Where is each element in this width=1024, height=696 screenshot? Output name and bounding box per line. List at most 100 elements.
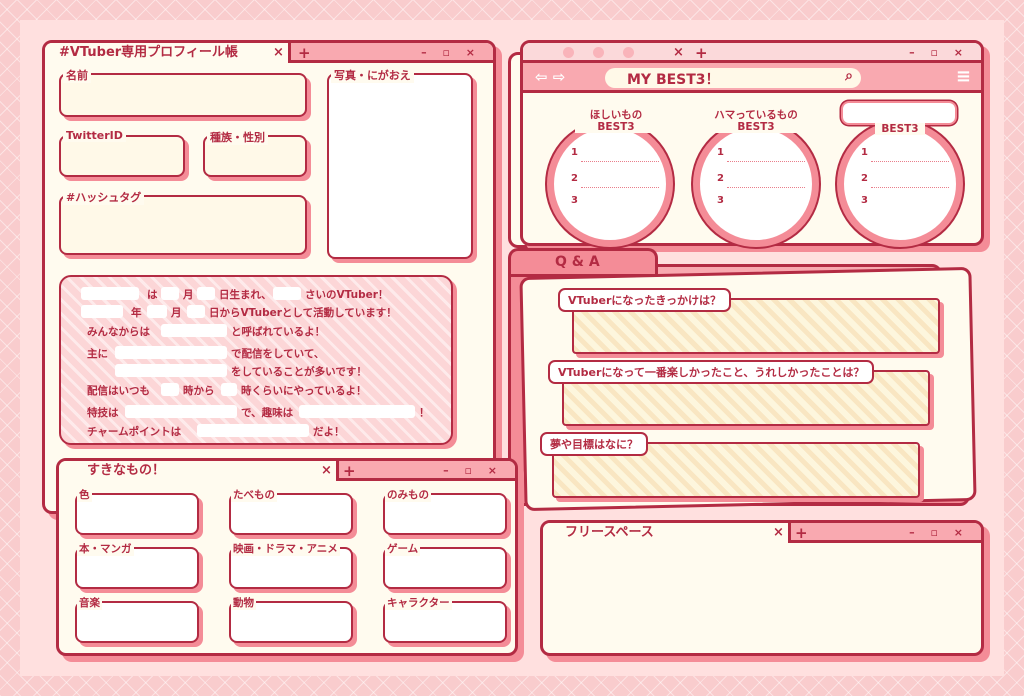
name-field[interactable] — [59, 73, 307, 117]
species-label: 種族・性別 — [207, 129, 268, 145]
window-controls[interactable]: – ▫ × — [909, 43, 969, 63]
free-tab-title: フリースペース — [565, 525, 654, 540]
intro-text: みんなからは — [87, 326, 150, 338]
best3-circle-2 — [693, 121, 819, 247]
favorites-tab[interactable]: すきなもの！ — [59, 461, 339, 481]
new-tab-icon[interactable]: + — [795, 523, 808, 543]
fav-label-game: ゲーム — [385, 541, 421, 556]
address-bar[interactable]: MY BEST3！ ⌕ — [605, 68, 861, 88]
intro-text: さいのVTuber！ — [305, 289, 389, 301]
intro-bubble: は 月 日生まれ、 さいのVTuber！ 年 月 日からVTuberとして活動し… — [59, 275, 453, 445]
intro-text: 時から — [183, 385, 215, 397]
photo-field[interactable] — [327, 73, 473, 259]
hashtag-label: #ハッシュタグ — [63, 189, 145, 205]
question-1: VTuberになったきっかけは？ — [558, 288, 731, 312]
rank-line[interactable] — [871, 161, 949, 162]
fav-label-drink: のみもの — [385, 487, 431, 502]
close-tab-icon[interactable]: × — [773, 523, 784, 543]
rank-2: 2 — [717, 173, 724, 184]
new-tab-icon[interactable]: + — [695, 43, 708, 63]
best-titlebar: × + – ▫ × — [523, 43, 981, 63]
rank-line[interactable] — [727, 187, 805, 188]
close-tab-icon[interactable]: × — [273, 43, 284, 63]
intro-text: 配信はいつも — [87, 385, 150, 397]
favorites-titlebar: すきなもの！ × + – ▫ × — [59, 461, 515, 481]
rank-1: 1 — [717, 147, 724, 158]
blank-platform[interactable] — [115, 346, 227, 359]
fav-label-color: 色 — [77, 487, 92, 502]
intro-text: 日からVTuberとして活動しています！ — [209, 307, 397, 319]
fav-label-movie: 映画・ドラマ・アニメ — [231, 541, 340, 556]
profile-tab-title: #VTuber専用プロフィール帳 — [59, 45, 238, 60]
best3-title-3: BEST3 — [875, 123, 925, 135]
blank-age[interactable] — [273, 287, 301, 300]
qa-window: Q & A VTuberになったきっかけは？ VTuberになって一番楽しかった… — [508, 248, 977, 512]
qa-tab-title: Q & A — [555, 254, 600, 270]
intro-text: 時くらいにやっているよ！ — [241, 385, 367, 397]
rank-1: 1 — [571, 147, 578, 158]
rank-1: 1 — [861, 147, 868, 158]
window-controls[interactable]: – ▫ × — [421, 43, 481, 63]
close-tab-icon[interactable]: × — [673, 43, 684, 63]
fav-label-character: キャラクター — [385, 595, 452, 610]
intro-text: と呼ばれているよ！ — [231, 326, 326, 338]
favorites-window: すきなもの！ × + – ▫ × 色 たべもの のみもの 本・マンガ 映画・ドラ… — [56, 458, 518, 656]
window-controls[interactable]: – ▫ × — [909, 523, 969, 543]
blank-start-hour[interactable] — [161, 383, 179, 396]
blank-debut-month[interactable] — [147, 305, 167, 318]
best3-circle-1 — [547, 121, 673, 247]
new-tab-icon[interactable]: + — [298, 43, 311, 63]
best3-circle-3 — [837, 121, 963, 247]
intro-text: をしていることが多いです！ — [231, 366, 367, 378]
intro-text: 月 — [183, 289, 194, 301]
blank-hobby[interactable] — [299, 405, 415, 418]
rank-3: 3 — [861, 195, 868, 206]
blank-birth-month[interactable] — [161, 287, 179, 300]
rank-2: 2 — [571, 173, 578, 184]
rank-3: 3 — [717, 195, 724, 206]
rank-line[interactable] — [581, 161, 659, 162]
intro-text: 月 — [171, 307, 182, 319]
intro-text: ！ — [419, 407, 430, 419]
free-titlebar: フリースペース × + – ▫ × — [543, 523, 981, 543]
free-tab[interactable]: フリースペース — [543, 523, 791, 543]
profile-tab[interactable]: #VTuber専用プロフィール帳 — [45, 43, 291, 63]
name-label: 名前 — [63, 67, 91, 83]
best-toolbar: ⇦ ⇨ MY BEST3！ ⌕ ≡ — [523, 63, 981, 93]
traffic-dots — [563, 47, 634, 59]
blank-charm[interactable] — [197, 424, 309, 437]
best-window: × + – ▫ × ⇦ ⇨ MY BEST3！ ⌕ ≡ ほしいもの BEST3 1… — [520, 40, 984, 247]
window-controls[interactable]: – ▫ × — [443, 461, 503, 481]
close-tab-icon[interactable]: × — [321, 461, 332, 481]
twitter-label: TwitterID — [63, 129, 126, 142]
free-space-window: フリースペース × + – ▫ × — [540, 520, 984, 656]
best3-title-2: ハマっているもの BEST3 — [703, 109, 809, 133]
blank-end-hour[interactable] — [221, 383, 237, 396]
menu-icon[interactable]: ≡ — [956, 66, 971, 87]
free-space-area[interactable] — [543, 546, 981, 653]
intro-text: は — [147, 289, 158, 301]
rank-line[interactable] — [727, 161, 805, 162]
intro-text: だよ！ — [313, 426, 345, 438]
profile-window: #VTuber専用プロフィール帳 × + – ▫ × 名前 TwitterID … — [42, 40, 496, 514]
best3-custom-title-box[interactable] — [841, 101, 957, 125]
intro-text: 年 — [131, 307, 142, 319]
intro-text: 主に — [87, 348, 108, 360]
blank-name[interactable] — [81, 287, 139, 300]
new-tab-icon[interactable]: + — [343, 461, 356, 481]
blank-debut-day[interactable] — [187, 305, 205, 318]
blank-debut-year[interactable] — [81, 305, 123, 318]
fav-field-color[interactable] — [75, 493, 199, 535]
blank-nickname[interactable] — [161, 324, 227, 337]
nav-arrows-icon[interactable]: ⇦ ⇨ — [535, 68, 565, 86]
search-icon[interactable]: ⌕ — [845, 68, 853, 84]
rank-2: 2 — [861, 173, 868, 184]
blank-birth-day[interactable] — [197, 287, 215, 300]
blank-content[interactable] — [115, 364, 227, 377]
question-2: VTuberになって一番楽しかったこと、うれしかったことは？ — [548, 360, 875, 384]
rank-line[interactable] — [871, 187, 949, 188]
blank-skill[interactable] — [125, 405, 237, 418]
intro-text: 特技は — [87, 407, 119, 419]
rank-line[interactable] — [581, 187, 659, 188]
photo-label: 写真・にがおえ — [331, 67, 414, 83]
